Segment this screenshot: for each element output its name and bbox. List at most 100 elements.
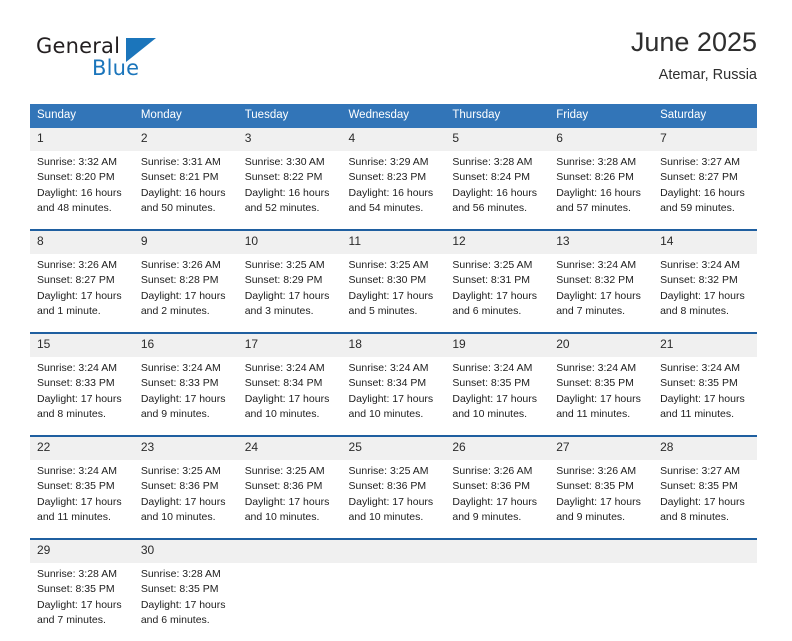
day-detail-cell[interactable]: Sunrise: 3:25 AM Sunset: 8:30 PM Daylight:… [341,253,446,332]
day-number-cell[interactable]: 30 [133,539,238,563]
day-detail-cell[interactable]: Sunrise: 3:24 AM Sunset: 8:32 PM Daylight:… [653,253,757,332]
page-title: June 2025 [630,27,757,57]
day-sunset-text: Sunset: 8:36 PM [452,480,531,493]
day-detail-cell[interactable]: Sunrise: 3:31 AM Sunset: 8:21 PM Daylight:… [133,150,238,229]
day-detail-cell[interactable]: Sunrise: 3:25 AM Sunset: 8:36 PM Daylight:… [237,459,342,538]
day-detail-cell[interactable]: Sunrise: 3:25 AM Sunset: 8:31 PM Daylight:… [445,253,550,332]
day-detail-cell[interactable]: Sunrise: 3:27 AM Sunset: 8:27 PM Daylight:… [653,150,757,229]
day-number-cell[interactable]: 8 [30,230,134,254]
day-number-cell[interactable]: 20 [549,333,654,357]
day-daylight-text: Daylight: 17 hours [37,289,122,302]
day-number-cell[interactable]: 29 [30,539,134,563]
day-detail-cell[interactable]: Sunrise: 3:27 AM Sunset: 8:35 PM Daylight:… [653,459,757,538]
day-detail-cell[interactable]: Sunrise: 3:26 AM Sunset: 8:27 PM Daylight:… [30,253,134,332]
day-number-cell[interactable]: 22 [30,436,134,460]
brand-logo[interactable]: General Blue [36,34,276,90]
day-detail-cell[interactable]: Sunrise: 3:24 AM Sunset: 8:35 PM Daylight:… [30,459,134,538]
day-detail-cell[interactable]: Sunrise: 3:24 AM Sunset: 8:35 PM Daylight:… [653,356,757,435]
day-sunset-text: Sunset: 8:31 PM [452,274,531,287]
day-detail-cell[interactable]: Sunrise: 3:25 AM Sunset: 8:36 PM Daylight:… [341,459,446,538]
day-sunrise-text: Sunrise: 3:28 AM [140,567,221,580]
day-number-cell[interactable]: 13 [549,230,654,254]
day-detail-row: Sunrise: 3:32 AM Sunset: 8:20 PM Daylight:… [30,150,757,229]
day-detail-cell[interactable]: Sunrise: 3:28 AM Sunset: 8:24 PM Daylight:… [445,150,550,229]
day-detail-cell[interactable]: Sunrise: 3:26 AM Sunset: 8:28 PM Daylight:… [133,253,238,332]
day-sunset-text: Sunset: 8:35 PM [452,377,531,390]
day-sunrise-text: Sunrise: 3:27 AM [660,464,741,477]
day-daylight-text: and 7 minutes. [37,614,106,627]
day-daylight-text: Daylight: 16 hours [452,186,538,199]
day-detail-cell[interactable]: Sunrise: 3:32 AM Sunset: 8:20 PM Daylight:… [30,150,134,229]
day-detail-cell[interactable]: Sunrise: 3:24 AM Sunset: 8:34 PM Daylight:… [237,356,342,435]
day-daylight-text: and 3 minutes. [244,305,314,318]
day-daylight-text: Daylight: 16 hours [556,186,641,199]
day-sunset-text: Sunset: 8:30 PM [348,274,427,287]
day-daylight-text: Daylight: 17 hours [244,495,330,508]
day-sunset-text: Sunset: 8:21 PM [140,171,219,184]
day-detail-cell[interactable]: Sunrise: 3:28 AM Sunset: 8:35 PM Daylight:… [133,562,238,641]
day-number-cell[interactable]: 15 [30,333,134,357]
day-detail-cell[interactable]: Sunrise: 3:24 AM Sunset: 8:33 PM Daylight:… [30,356,134,435]
weekday-header-sunday: Sunday [30,104,134,128]
day-detail-cell[interactable]: Sunrise: 3:28 AM Sunset: 8:35 PM Daylight:… [30,562,134,641]
day-number-cell-empty [237,539,342,563]
day-number-cell[interactable]: 7 [653,127,757,151]
day-number-cell[interactable]: 3 [237,127,342,151]
day-sunrise-text: Sunrise: 3:26 AM [556,464,637,477]
day-detail-cell[interactable]: Sunrise: 3:30 AM Sunset: 8:22 PM Daylight:… [237,150,342,229]
day-detail-cell[interactable]: Sunrise: 3:25 AM Sunset: 8:29 PM Daylight:… [237,253,342,332]
day-detail-cell[interactable]: Sunrise: 3:26 AM Sunset: 8:35 PM Daylight:… [549,459,654,538]
day-number-cell[interactable]: 25 [341,436,446,460]
day-detail-cell[interactable]: Sunrise: 3:24 AM Sunset: 8:33 PM Daylight:… [133,356,238,435]
day-number-cell[interactable]: 4 [341,127,446,151]
day-number-cell[interactable]: 14 [653,230,757,254]
day-daylight-text: and 11 minutes. [556,408,631,421]
day-daylight-text: Daylight: 17 hours [348,289,434,302]
day-number-cell[interactable]: 24 [237,436,342,460]
day-number-cell[interactable]: 21 [653,333,757,357]
day-sunrise-text: Sunrise: 3:32 AM [37,155,117,168]
day-daylight-text: Daylight: 17 hours [37,598,122,611]
day-number-cell[interactable]: 5 [445,127,550,151]
day-daylight-text: Daylight: 16 hours [348,186,434,199]
day-detail-cell[interactable]: Sunrise: 3:24 AM Sunset: 8:32 PM Daylight:… [549,253,654,332]
day-daylight-text: and 11 minutes. [660,408,734,421]
day-number-cell[interactable]: 1 [30,127,134,151]
day-sunset-text: Sunset: 8:35 PM [660,480,738,493]
day-detail-cell[interactable]: Sunrise: 3:24 AM Sunset: 8:34 PM Daylight:… [341,356,446,435]
day-number-cell[interactable]: 16 [133,333,238,357]
day-detail-cell[interactable]: Sunrise: 3:25 AM Sunset: 8:36 PM Daylight:… [133,459,238,538]
day-detail-cell[interactable]: Sunrise: 3:24 AM Sunset: 8:35 PM Daylight:… [549,356,654,435]
day-detail-cell[interactable]: Sunrise: 3:29 AM Sunset: 8:23 PM Daylight:… [341,150,446,229]
day-daylight-text: Daylight: 17 hours [140,598,226,611]
day-detail-cell[interactable]: Sunrise: 3:24 AM Sunset: 8:35 PM Daylight:… [445,356,550,435]
day-sunset-text: Sunset: 8:35 PM [556,480,634,493]
day-daylight-text: and 10 minutes. [452,408,528,421]
day-number-cell[interactable]: 12 [445,230,550,254]
day-number-cell[interactable]: 10 [237,230,342,254]
day-daylight-text: Daylight: 16 hours [37,186,122,199]
day-number-cell[interactable]: 17 [237,333,342,357]
day-number-cell[interactable]: 23 [133,436,238,460]
day-number-cell[interactable]: 9 [133,230,238,254]
day-number-cell[interactable]: 2 [133,127,238,151]
day-daylight-text: and 57 minutes. [556,202,631,215]
day-detail-cell[interactable]: Sunrise: 3:26 AM Sunset: 8:36 PM Daylight:… [445,459,550,538]
day-sunset-text: Sunset: 8:35 PM [37,480,115,493]
calendar-table: Sunday Monday Tuesday Wednesday Thursday… [30,104,757,641]
day-number-cell[interactable]: 18 [341,333,446,357]
day-number-cell[interactable]: 11 [341,230,446,254]
day-sunrise-text: Sunrise: 3:25 AM [348,464,429,477]
day-number-cell[interactable]: 27 [549,436,654,460]
day-number-cell[interactable]: 19 [445,333,550,357]
day-number-cell[interactable]: 6 [549,127,654,151]
location-subtitle: Atemar, Russia [658,66,757,83]
day-number-cell[interactable]: 26 [445,436,550,460]
day-number-cell[interactable]: 28 [653,436,757,460]
weekday-header-thursday: Thursday [445,104,550,128]
page-header: General Blue June 2025 Atemar, Russia [0,0,792,100]
day-sunset-text: Sunset: 8:35 PM [37,583,115,596]
day-number-row: 1234567 [30,127,757,151]
day-sunrise-text: Sunrise: 3:27 AM [660,155,741,168]
day-detail-cell[interactable]: Sunrise: 3:28 AM Sunset: 8:26 PM Daylight:… [549,150,654,229]
